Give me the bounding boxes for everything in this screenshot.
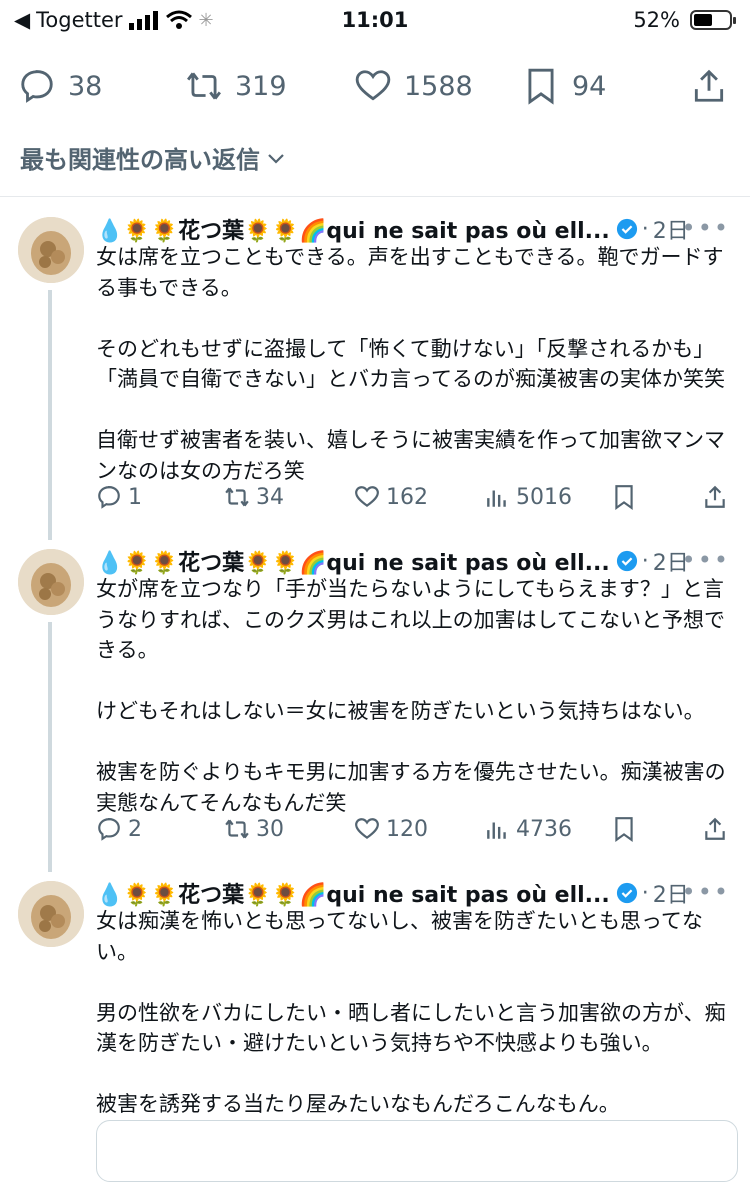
like-count: 162 (386, 484, 428, 510)
battery-icon (690, 10, 736, 30)
bookmark-count: 94 (572, 70, 607, 102)
divider (0, 196, 750, 197)
more-options-icon[interactable]: ••• (682, 214, 730, 242)
more-options-icon[interactable]: ••• (682, 546, 730, 574)
display-name[interactable]: 💧🌻🌻花つ葉🌻🌻🌈qui ne sait pas où ell... (96, 877, 610, 909)
like-count: 120 (386, 816, 428, 842)
reply-count: 38 (68, 70, 103, 102)
verified-badge-icon (616, 550, 637, 572)
heart-icon (355, 70, 391, 101)
analytics-icon (487, 490, 506, 507)
share-icon (694, 69, 724, 102)
reply-icon (98, 486, 120, 509)
bookmark-icon (615, 485, 633, 510)
reply-icon (21, 70, 53, 103)
bookmark-button[interactable] (611, 484, 637, 510)
analytics-icon (487, 822, 506, 839)
share-button[interactable] (690, 67, 728, 105)
verified-badge-icon (616, 218, 637, 240)
share-icon (705, 817, 725, 840)
share-icon (705, 485, 725, 508)
heart-icon (355, 818, 379, 839)
share-button[interactable] (702, 816, 728, 842)
tweet-text: 女は痴漢を怖いとも思ってないし、被害を防ぎたいとも思ってない。 男の性欲をバカに… (96, 909, 726, 1116)
retweet-count: 319 (235, 70, 287, 102)
share-button[interactable] (702, 484, 728, 510)
retweet-icon (225, 487, 249, 507)
view-count: 4736 (516, 816, 572, 842)
retweet-button[interactable]: 319 (185, 67, 287, 105)
like-button[interactable]: 120 (354, 816, 428, 842)
retweet-icon (225, 819, 249, 839)
reply-count: 1 (128, 484, 142, 510)
display-name[interactable]: 💧🌻🌻花つ葉🌻🌻🌈qui ne sait pas où ell... (96, 545, 610, 577)
retweet-button[interactable]: 34 (224, 484, 284, 510)
retweet-icon (187, 72, 221, 100)
tweet-text: 女が席を立つなり「手が当たらないようにしてもらえます？」と言うなりすれば、このク… (96, 577, 726, 815)
tweet-metrics: 1 34 162 5016 (96, 484, 736, 524)
retweet-button[interactable]: 30 (224, 816, 284, 842)
view-count: 5016 (516, 484, 572, 510)
like-button[interactable]: 1588 (354, 67, 473, 105)
bookmark-icon (615, 817, 633, 842)
sort-label: 最も関連性の高い返信 (20, 146, 260, 174)
tweet-metrics: 2 30 120 4736 (96, 816, 736, 856)
like-count: 1588 (404, 70, 473, 102)
verified-badge-icon (616, 882, 637, 904)
tweet-action-bar: 38 319 1588 94 (0, 55, 750, 115)
avatar[interactable] (18, 549, 84, 615)
like-button[interactable]: 162 (354, 484, 428, 510)
thread-connector (48, 622, 52, 872)
reply-count: 2 (128, 816, 142, 842)
reply-button[interactable]: 38 (18, 67, 102, 105)
quoted-tweet-card[interactable] (96, 1120, 738, 1182)
status-bar: ◀ Togetter ✳ 11:01 52% (0, 0, 750, 42)
display-name[interactable]: 💧🌻🌻花つ葉🌻🌻🌈qui ne sait pas où ell... (96, 213, 610, 245)
heart-icon (355, 486, 379, 507)
avatar[interactable] (18, 217, 84, 283)
chevron-down-icon (268, 153, 284, 164)
retweet-count: 34 (256, 484, 284, 510)
thread-connector (48, 290, 52, 540)
bookmark-icon (528, 68, 554, 105)
tweet-text: 女は席を立つこともできる。声を出すこともできる。鞄でガードする事もできる。 その… (96, 245, 725, 483)
reply-sort-dropdown[interactable]: 最も関連性の高い返信 (20, 140, 288, 175)
views-button[interactable]: 4736 (484, 816, 572, 842)
retweet-count: 30 (256, 816, 284, 842)
reply-button[interactable]: 2 (96, 816, 142, 842)
bookmark-button[interactable]: 94 (522, 67, 606, 105)
more-options-icon[interactable]: ••• (682, 878, 730, 906)
avatar[interactable] (18, 881, 84, 947)
battery-percent: 52% (633, 8, 680, 32)
bookmark-button[interactable] (611, 816, 637, 842)
views-button[interactable]: 5016 (484, 484, 572, 510)
reply-button[interactable]: 1 (96, 484, 142, 510)
reply-icon (98, 818, 120, 841)
